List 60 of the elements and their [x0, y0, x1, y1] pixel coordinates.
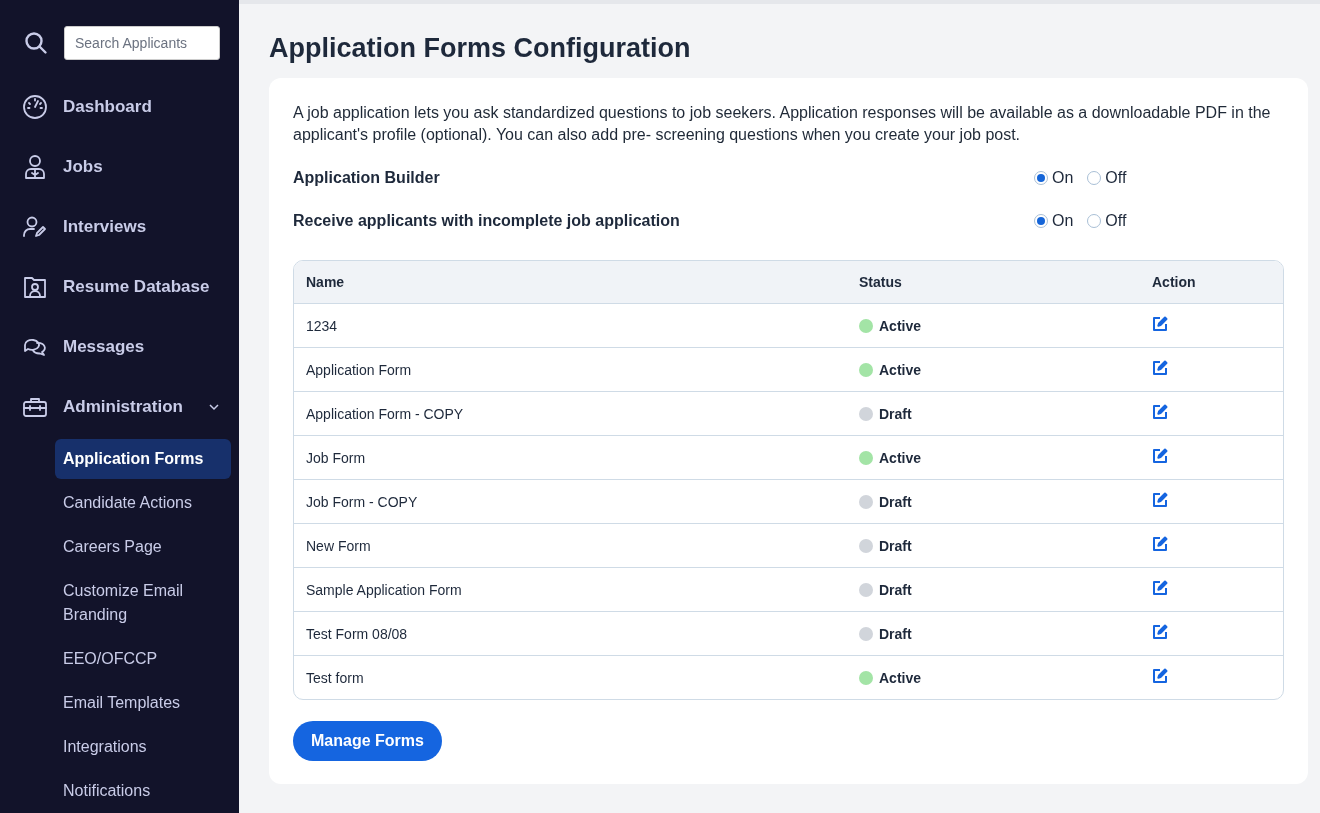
chevron-icon	[208, 401, 220, 413]
submenu-item[interactable]: Integrations	[55, 727, 231, 767]
submenu-item[interactable]: Candidate Actions	[55, 483, 231, 523]
table-cell: Application Form - COPY	[294, 392, 847, 436]
edit-icon[interactable]	[1152, 448, 1168, 464]
column-header: Name	[294, 261, 847, 304]
submenu-item[interactable]: Customize Email Branding	[55, 571, 231, 635]
status-text: Active	[879, 317, 922, 334]
edit-icon[interactable]	[1152, 404, 1168, 420]
nav-item[interactable]: Jobs	[0, 137, 239, 197]
table-cell: Test Form 08/08	[294, 612, 847, 656]
description-text: A job application lets you ask standardized questions to job seekers. Application responses will be available as a downloadable PDF in the applicant's profile (optional). You can also add pre- screening questions when you create your job post.	[293, 103, 1272, 145]
search-field[interactable]: Search Applicants	[64, 26, 220, 60]
search-icon[interactable]	[24, 31, 48, 55]
radio-label[interactable]: Off	[1105, 168, 1127, 187]
table-cell: Sample Application Form	[294, 568, 847, 612]
edit-icon[interactable]	[1152, 536, 1168, 552]
radio-label[interactable]: On	[1052, 168, 1074, 187]
edit-icon[interactable]	[1152, 668, 1168, 684]
status-text: Draft	[879, 581, 912, 598]
nav-item[interactable]: Interviews	[0, 197, 239, 257]
column-header: Action	[1140, 261, 1283, 304]
edit-icon[interactable]	[1152, 360, 1168, 376]
table-cell: Job Form	[294, 436, 847, 480]
manage-forms-button[interactable]: Manage Forms	[293, 721, 442, 761]
page-title: Application Forms Configuration	[269, 32, 692, 64]
table-cell-text: Test form	[305, 668, 365, 688]
nav-item[interactable]: Administration	[0, 377, 239, 437]
submenu-item[interactable]: Careers Page	[55, 527, 231, 567]
status-text: Draft	[879, 625, 912, 642]
status-text: Active	[879, 669, 922, 686]
setting-label: Receive applicants with incomplete job application	[293, 211, 681, 230]
edit-icon[interactable]	[1152, 624, 1168, 640]
status-text: Active	[879, 361, 922, 378]
nav-item[interactable]: Dashboard	[0, 77, 239, 137]
nav-item[interactable]: Messages	[0, 317, 239, 377]
edit-icon[interactable]	[1152, 316, 1168, 332]
user-pen-icon	[22, 214, 48, 240]
submenu-item[interactable]: EEO/OFCCP	[55, 639, 231, 679]
edit-icon[interactable]	[1152, 580, 1168, 596]
status-text: Active	[879, 449, 922, 466]
gauge-icon	[22, 94, 48, 120]
status-text: Draft	[879, 493, 912, 510]
table-cell: 1234	[294, 304, 847, 348]
status-text: Draft	[879, 405, 912, 422]
table-cell: Job Form - COPY	[294, 480, 847, 524]
status-text: Draft	[879, 537, 912, 554]
column-header: Status	[847, 261, 1140, 304]
submenu-item[interactable]: Email Templates	[55, 683, 231, 723]
submenu-item[interactable]: Notifications	[55, 771, 231, 811]
radio-label[interactable]: Off	[1105, 211, 1127, 230]
folder-user-icon	[22, 274, 48, 300]
radio-label[interactable]: On	[1052, 211, 1074, 230]
edit-icon[interactable]	[1152, 492, 1168, 508]
table-cell: Application Form	[294, 348, 847, 392]
nav-item[interactable]: Resume Database	[0, 257, 239, 317]
table-cell: New Form	[294, 524, 847, 568]
user-tie-icon	[22, 154, 48, 180]
setting-label: Application Builder	[293, 168, 441, 187]
submenu-item[interactable]: Application Forms	[55, 439, 231, 479]
